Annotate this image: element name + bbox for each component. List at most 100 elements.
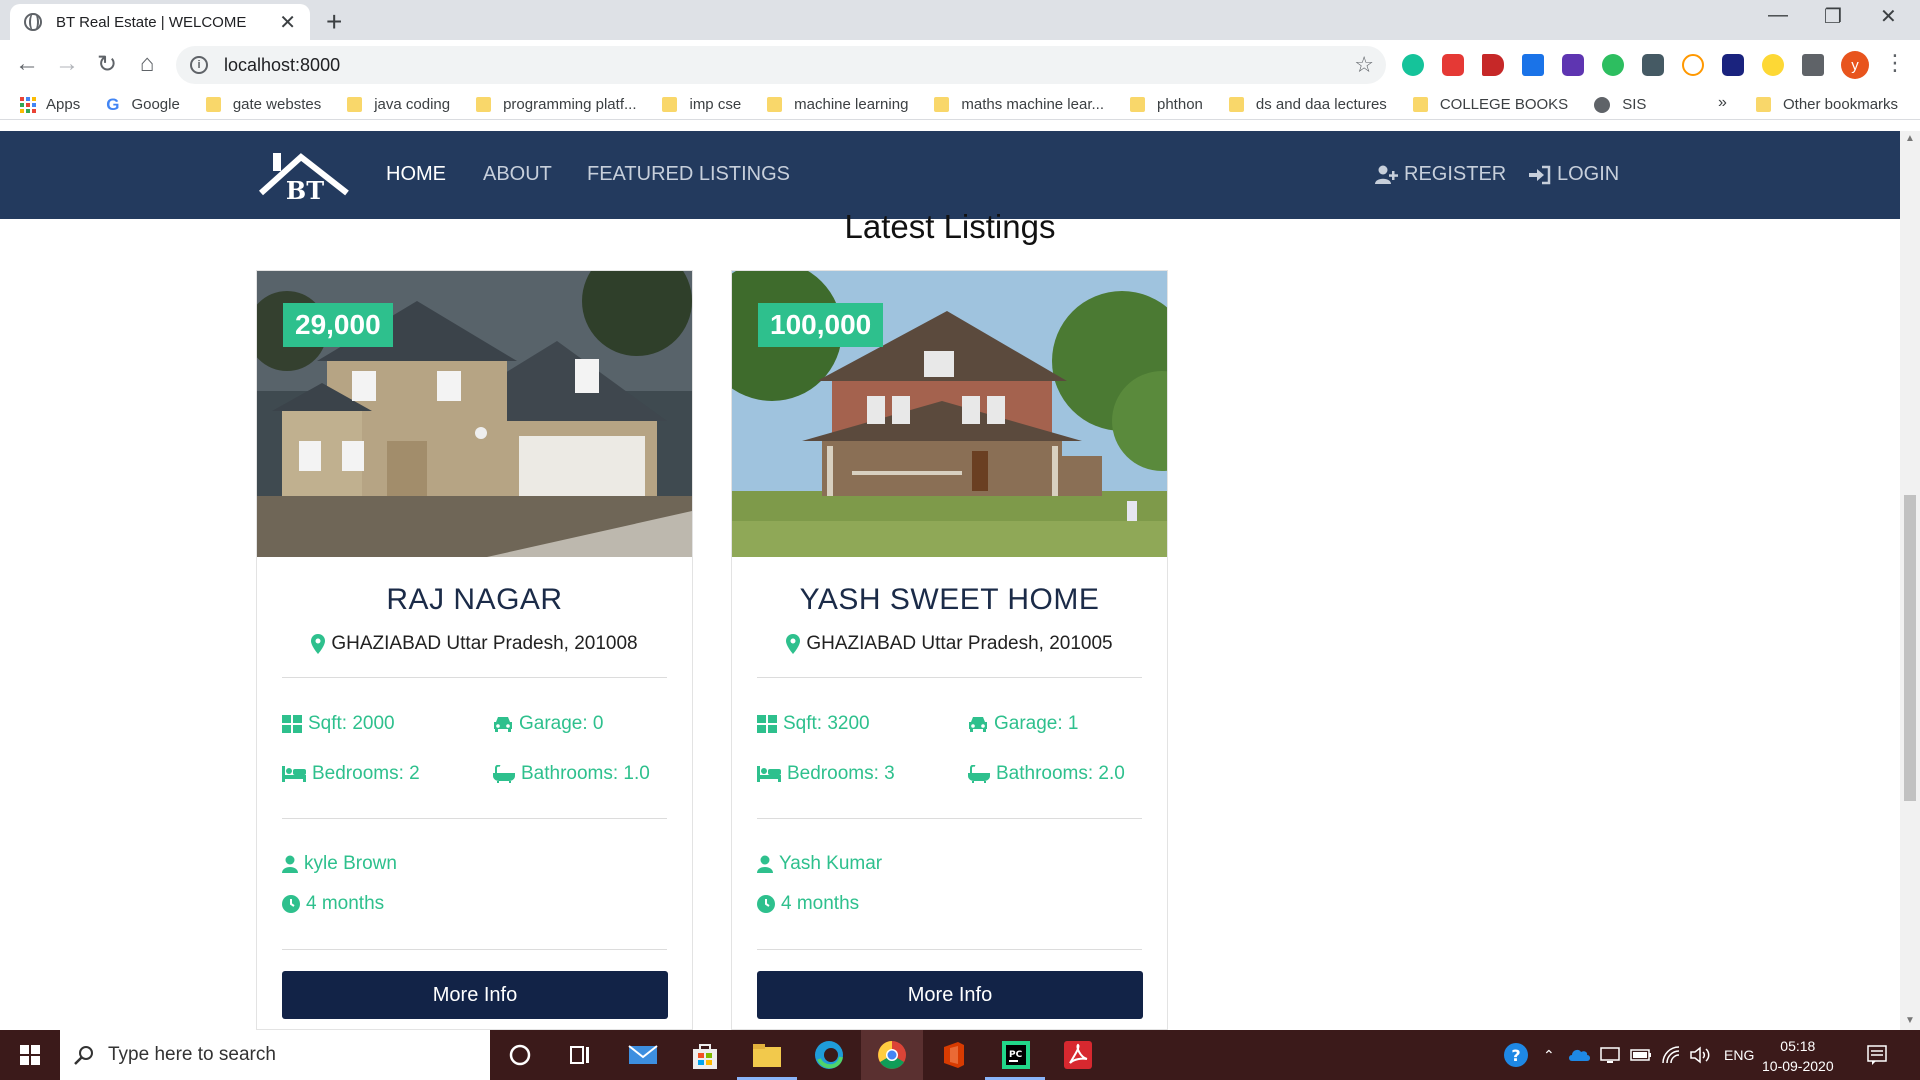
help-icon[interactable]: ? xyxy=(1503,1042,1529,1068)
start-button[interactable] xyxy=(0,1030,60,1080)
tray-chevron-icon[interactable]: ⌃ xyxy=(1543,1030,1555,1080)
map-marker-icon xyxy=(311,634,326,654)
file-explorer-icon[interactable] xyxy=(751,1039,783,1071)
bookmark-folder[interactable]: maths machine lear... xyxy=(934,96,1104,113)
bookmark-label: ds and daa lectures xyxy=(1255,96,1387,113)
selenium-extension-icon[interactable] xyxy=(1642,54,1664,76)
browser-tab[interactable]: BT Real Estate | WELCOME ✕ xyxy=(10,4,310,40)
listing-card: 29,000 RAJ NAGAR GHAZIABAD Uttar Pradesh… xyxy=(256,270,693,1030)
evernote-extension-icon[interactable] xyxy=(1602,54,1624,76)
bathrooms-text: Bathrooms: 1.0 xyxy=(521,763,650,784)
store-icon[interactable] xyxy=(689,1039,721,1071)
bt-logo[interactable]: BT xyxy=(257,147,353,203)
more-info-button[interactable]: More Info xyxy=(282,971,668,1019)
task-view-circle-icon[interactable] xyxy=(504,1039,536,1071)
restore-icon[interactable]: ❐ xyxy=(1824,4,1842,29)
nav-home[interactable]: HOME xyxy=(386,163,446,186)
bookmark-label: Other bookmarks xyxy=(1783,96,1899,113)
listing-address: GHAZIABAD Uttar Pradesh, 201008 xyxy=(257,633,692,655)
browser-tabbar: BT Real Estate | WELCOME ✕ + — ❐ ✕ xyxy=(0,0,1920,40)
folder-icon xyxy=(1412,97,1428,112)
bookmark-folder[interactable]: imp cse xyxy=(662,96,741,113)
acrobat-icon[interactable] xyxy=(1062,1039,1094,1071)
extension-compass-icon[interactable] xyxy=(1682,54,1704,76)
close-tab-icon[interactable]: ✕ xyxy=(279,10,296,35)
clock-icon xyxy=(282,895,300,913)
scrollbar-thumb[interactable] xyxy=(1904,495,1916,801)
bookmark-folder[interactable]: machine learning xyxy=(767,96,908,113)
display-icon[interactable] xyxy=(1600,1045,1620,1065)
battery-icon[interactable] xyxy=(1630,1048,1652,1062)
extension-red-icon[interactable] xyxy=(1442,54,1464,76)
new-tab-button[interactable]: + xyxy=(326,6,342,38)
browser-menu-icon[interactable]: ⋮ xyxy=(1884,50,1906,76)
bed-icon xyxy=(757,766,781,782)
grammarly-extension-icon[interactable] xyxy=(1402,54,1424,76)
scroll-up-icon[interactable]: ▲ xyxy=(1905,133,1915,144)
divider xyxy=(282,949,667,950)
back-icon[interactable]: ← xyxy=(12,50,42,78)
forward-icon[interactable]: → xyxy=(52,50,82,78)
bookmark-star-icon[interactable]: ☆ xyxy=(1354,52,1374,78)
bookmark-google[interactable]: G Google xyxy=(106,95,180,115)
listing-address: GHAZIABAD Uttar Pradesh, 201005 xyxy=(732,633,1167,655)
task-view-icon[interactable] xyxy=(564,1039,596,1071)
pycharm-icon[interactable]: PC xyxy=(1000,1039,1032,1071)
minimize-icon[interactable]: — xyxy=(1768,4,1788,27)
office-icon[interactable] xyxy=(938,1039,970,1071)
address-bar[interactable]: i localhost:8000 ☆ xyxy=(176,46,1386,84)
bookmark-folder[interactable]: COLLEGE BOOKS xyxy=(1412,96,1569,113)
home-icon[interactable]: ⌂ xyxy=(132,50,162,78)
bookmark-label: COLLEGE BOOKS xyxy=(1439,96,1569,113)
bookmark-folder[interactable]: gate webstes xyxy=(205,96,321,113)
bookmark-folder[interactable]: ds and daa lectures xyxy=(1228,96,1387,113)
taskbar-clock[interactable]: 05:18 10-09-2020 xyxy=(1762,1036,1834,1076)
bookmark-folder[interactable]: phthon xyxy=(1130,96,1203,113)
megaphone-extension-icon[interactable] xyxy=(1482,54,1504,76)
more-info-button[interactable]: More Info xyxy=(757,971,1143,1019)
bookmark-label: phthon xyxy=(1157,96,1203,113)
bookmark-apps[interactable]: Apps xyxy=(20,96,80,113)
nav-featured-listings[interactable]: FEATURED LISTINGS xyxy=(587,163,790,186)
extensions-puzzle-icon[interactable] xyxy=(1802,54,1824,76)
bookmark-sis[interactable]: SIS xyxy=(1594,96,1646,113)
chrome-icon[interactable] xyxy=(876,1039,908,1071)
nav-about[interactable]: ABOUT xyxy=(483,163,552,186)
language-indicator[interactable]: ENG xyxy=(1724,1030,1754,1080)
url-text[interactable]: localhost:8000 xyxy=(224,55,340,76)
bookmark-label: maths machine lear... xyxy=(961,96,1104,113)
onedrive-icon[interactable] xyxy=(1568,1047,1590,1061)
graduation-extension-icon[interactable] xyxy=(1562,54,1584,76)
taskbar-search[interactable]: Type here to search xyxy=(60,1030,490,1080)
bookmark-folder[interactable]: java coding xyxy=(347,96,450,113)
close-window-icon[interactable]: ✕ xyxy=(1880,4,1897,29)
profile-avatar[interactable]: y xyxy=(1841,51,1869,79)
extension-yellow-icon[interactable] xyxy=(1762,54,1784,76)
listing-card: 100,000 YASH SWEET HOME GHAZIABAD Uttar … xyxy=(731,270,1168,1030)
puzzle-blue-extension-icon[interactable] xyxy=(1522,54,1544,76)
edge-icon[interactable] xyxy=(813,1039,845,1071)
register-link[interactable]: REGISTER xyxy=(1374,163,1506,186)
garage-text: Garage: 1 xyxy=(994,713,1079,734)
bookmarks-overflow-button[interactable]: » xyxy=(1718,94,1727,112)
extension-dark-icon[interactable] xyxy=(1722,54,1744,76)
login-label: LOGIN xyxy=(1557,163,1620,185)
volume-icon[interactable] xyxy=(1689,1045,1711,1065)
other-bookmarks[interactable]: Other bookmarks xyxy=(1756,96,1898,113)
section-title: Latest Listings xyxy=(844,208,1056,245)
mail-icon[interactable] xyxy=(627,1039,659,1071)
tab-title: BT Real Estate | WELCOME xyxy=(56,13,247,31)
listing-title: RAJ NAGAR xyxy=(386,583,563,616)
info-icon[interactable]: i xyxy=(190,56,208,74)
divider xyxy=(282,677,667,678)
realtor: Yash Kumar xyxy=(757,853,882,875)
reload-icon[interactable]: ↻ xyxy=(92,50,122,79)
scroll-down-icon[interactable]: ▼ xyxy=(1905,1015,1915,1026)
login-link[interactable]: LOGIN xyxy=(1529,163,1619,186)
bookmark-folder[interactable]: programming platf... xyxy=(476,96,636,113)
wifi-icon[interactable] xyxy=(1661,1045,1681,1065)
notifications-icon[interactable] xyxy=(1866,1044,1888,1066)
bed-icon xyxy=(282,766,306,782)
page-scrollbar[interactable]: ▲ ▼ xyxy=(1900,131,1920,1030)
globe-icon xyxy=(24,13,42,31)
